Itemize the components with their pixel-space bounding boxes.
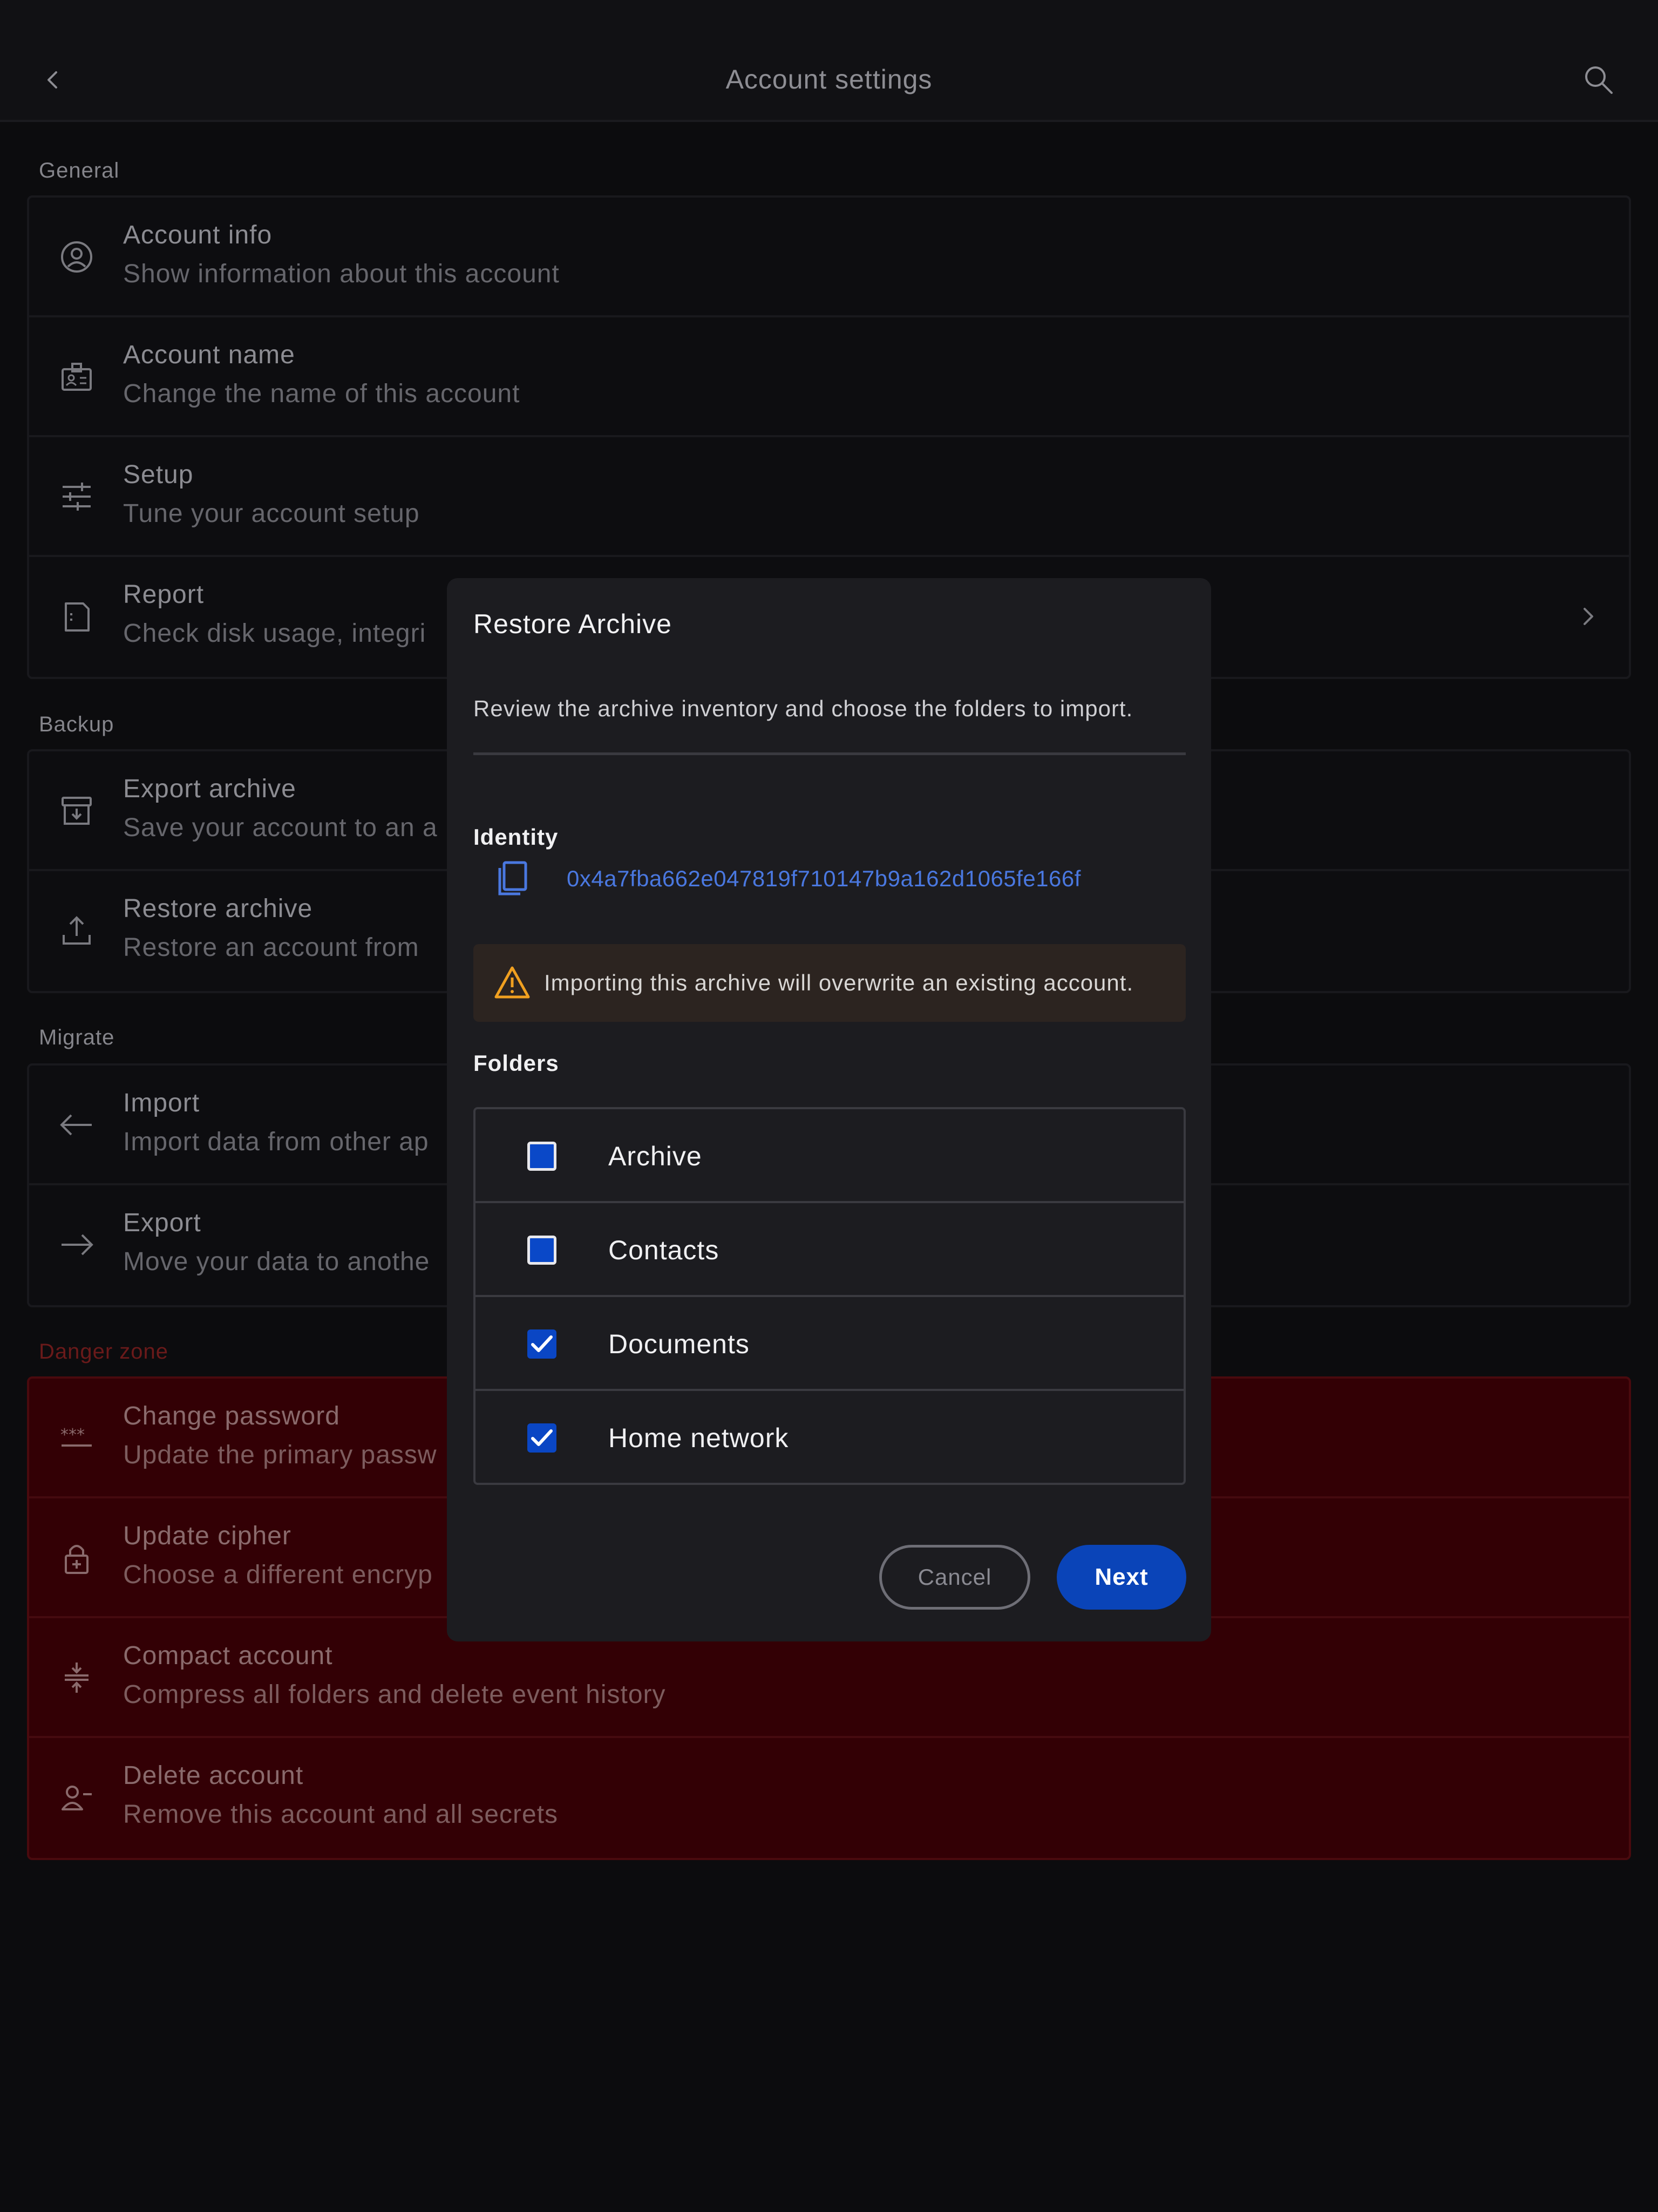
row-title: Export archive [123,775,296,803]
row-title: Account info [123,221,273,249]
folder-checkbox-checked[interactable] [527,1423,556,1453]
folder-name: Documents [608,1329,750,1359]
folder-item-documents[interactable]: Documents [475,1297,1184,1391]
folder-name: Contacts [608,1235,719,1265]
section-label-general: General [39,159,120,182]
identity-row[interactable]: 0x4a7fba662e047819f710147b9a162d1065fe16… [495,860,1165,898]
identity-address[interactable]: 0x4a7fba662e047819f710147b9a162d1065fe16… [567,866,1081,892]
folder-checkbox[interactable] [527,1236,556,1265]
row-subtitle: Update the primary passw [123,1441,437,1469]
compress-icon [65,1663,89,1693]
restore-archive-dialog: Restore Archive Review the archive inven… [447,578,1211,1641]
folder-name: Archive [608,1141,702,1171]
section-label-danger: Danger zone [39,1340,169,1363]
identity-label: Identity [473,824,559,850]
folders-label: Folders [473,1050,559,1076]
row-title: Compact account [123,1641,333,1670]
report-file-icon [65,602,90,632]
upload-icon [63,916,91,945]
row-subtitle: Change the name of this account [123,379,520,408]
sliders-icon [63,483,91,511]
user-circle-icon [61,241,92,273]
row-subtitle: Move your data to anothe [123,1247,430,1276]
account-settings-page: Account settings General Account info Sh… [0,0,1658,2212]
warning-triangle-icon [494,966,530,999]
row-title: Setup [123,460,194,489]
warning-banner: Importing this archive will overwrite an… [473,944,1186,1022]
row-subtitle: Choose a different encryp [123,1560,433,1589]
password-asterisks-icon: *** [60,1426,92,1447]
row-title: Change password [123,1402,340,1430]
folders-list: Archive Contacts Documents Home network [473,1107,1186,1485]
dialog-title: Restore Archive [473,609,672,639]
checkmark-icon [531,1335,553,1352]
folder-checkbox-checked[interactable] [527,1329,556,1359]
page-title: Account settings [725,64,933,94]
folder-item-home-network[interactable]: Home network [475,1391,1184,1483]
row-title: Update cipher [123,1522,291,1550]
arrow-right-icon [62,1234,93,1256]
user-remove-icon [62,1786,92,1810]
id-badge-icon [62,363,92,391]
section-label-backup: Backup [39,713,114,736]
row-subtitle: Show information about this account [123,260,560,288]
divider [473,752,1186,755]
svg-text:***: *** [60,1426,85,1444]
warning-text: Importing this archive will overwrite an… [544,970,1134,995]
row-title: Report [123,580,205,609]
settings-row-account-info[interactable]: Account info Show information about this… [29,198,1629,317]
row-subtitle: Remove this account and all secrets [123,1800,559,1829]
arrow-left-icon [60,1114,92,1136]
settings-row-account-name[interactable]: Account name Change the name of this acc… [29,317,1629,437]
archive-download-icon [62,797,92,825]
settings-row-setup[interactable]: Setup Tune your account setup [29,437,1629,557]
folder-item-contacts[interactable]: Contacts [475,1203,1184,1297]
lock-icon [65,1545,89,1574]
row-subtitle: Check disk usage, integri [123,619,426,648]
chevron-right-icon [1584,608,1593,625]
copy-icon[interactable] [495,860,529,896]
folder-checkbox[interactable] [527,1142,556,1171]
row-title: Restore archive [123,894,313,923]
cancel-button[interactable]: Cancel [879,1545,1030,1610]
app-bar: Account settings [0,0,1658,122]
checkmark-icon [531,1429,553,1446]
row-subtitle: Import data from other ap [123,1128,429,1156]
search-icon[interactable] [1581,63,1616,97]
row-title: Delete account [123,1761,304,1790]
row-subtitle: Restore an account from [123,933,419,962]
section-label-migrate: Migrate [39,1026,115,1049]
row-subtitle: Tune your account setup [123,499,420,528]
dialog-description: Review the archive inventory and choose … [473,696,1133,721]
row-subtitle: Save your account to an a [123,813,438,842]
row-subtitle: Compress all folders and delete event hi… [123,1680,666,1709]
next-button[interactable]: Next [1057,1545,1186,1610]
row-title: Import [123,1089,200,1117]
row-title: Account name [123,341,295,369]
row-title: Export [123,1209,201,1237]
settings-row-delete-account[interactable]: Delete account Remove this account and a… [29,1738,1629,1858]
folder-name: Home network [608,1423,789,1453]
folder-item-archive[interactable]: Archive [475,1109,1184,1203]
